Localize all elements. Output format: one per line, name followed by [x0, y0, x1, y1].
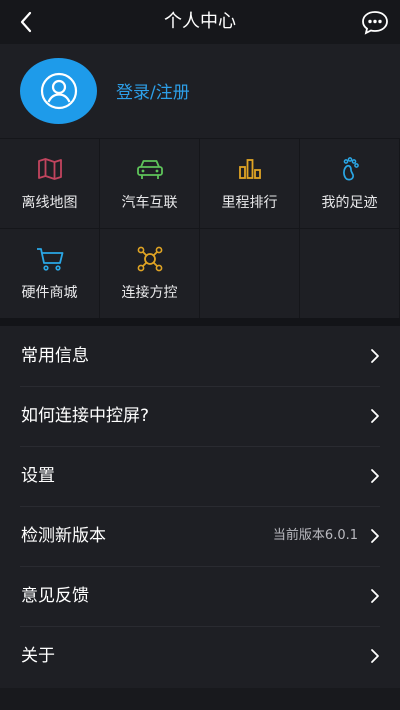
menu-item-label: 如何连接中控屏? — [21, 406, 150, 426]
menu-item-label: 检测新版本 — [21, 526, 106, 546]
empty-cell — [300, 228, 400, 318]
menu-item-label: 意见反馈 — [21, 586, 89, 606]
map-icon — [37, 158, 62, 180]
menu-item-about[interactable]: 关于 — [0, 626, 400, 686]
chevron-right-icon — [371, 589, 379, 603]
feature-mileage-ranking[interactable]: 里程排行 — [200, 138, 300, 228]
feature-label: 我的足迹 — [321, 195, 378, 211]
more-dots-icon — [362, 11, 388, 35]
more-button[interactable] — [360, 7, 390, 37]
empty-cell — [200, 228, 300, 318]
feature-grid: 离线地图 汽车互联 里程排行 我的足迹 硬件商城 连接方控 — [0, 138, 400, 318]
feature-hardware-store[interactable]: 硬件商城 — [0, 228, 100, 318]
bar-chart-icon — [238, 159, 261, 179]
feature-label: 硬件商城 — [21, 285, 78, 301]
chevron-right-icon — [371, 349, 379, 363]
feature-label: 汽车互联 — [121, 195, 178, 211]
current-version-text: 当前版本6.0.1 — [272, 528, 358, 543]
top-bar: 个人中心 — [0, 0, 400, 44]
chevron-right-icon — [371, 469, 379, 483]
section-divider — [0, 318, 400, 326]
bottom-area — [0, 688, 400, 710]
feature-car-connect[interactable]: 汽车互联 — [100, 138, 200, 228]
profile-section: 登录/注册 — [0, 44, 400, 138]
user-avatar-icon — [40, 72, 77, 110]
footprint-icon — [342, 157, 359, 181]
menu-item-label: 常用信息 — [21, 346, 89, 366]
menu-item-label: 设置 — [21, 466, 55, 486]
feature-steering-control[interactable]: 连接方控 — [100, 228, 200, 318]
menu-item-check-update[interactable]: 检测新版本 当前版本6.0.1 — [0, 506, 400, 566]
login-register-link[interactable]: 登录/注册 — [116, 78, 190, 103]
page-title: 个人中心 — [164, 11, 236, 32]
feature-label: 连接方控 — [121, 285, 178, 301]
cart-icon — [36, 248, 63, 271]
feature-label: 里程排行 — [221, 195, 278, 211]
feature-offline-map[interactable]: 离线地图 — [0, 138, 100, 228]
menu-item-settings[interactable]: 设置 — [0, 446, 400, 506]
menu-item-common-info[interactable]: 常用信息 — [0, 326, 400, 386]
controller-icon — [137, 246, 162, 272]
menu-item-feedback[interactable]: 意见反馈 — [0, 566, 400, 626]
chevron-right-icon — [371, 649, 379, 663]
settings-list: 常用信息 如何连接中控屏? 设置 检测新版本 当前版本6.0.1 意见反馈 关于 — [0, 326, 400, 688]
menu-item-label: 关于 — [21, 646, 55, 666]
menu-item-how-to-connect[interactable]: 如何连接中控屏? — [0, 386, 400, 446]
car-icon — [136, 160, 163, 179]
feature-my-footprint[interactable]: 我的足迹 — [300, 138, 400, 228]
chevron-right-icon — [371, 409, 379, 423]
feature-label: 离线地图 — [21, 195, 78, 211]
chevron-right-icon — [371, 529, 379, 543]
avatar[interactable] — [20, 58, 97, 124]
